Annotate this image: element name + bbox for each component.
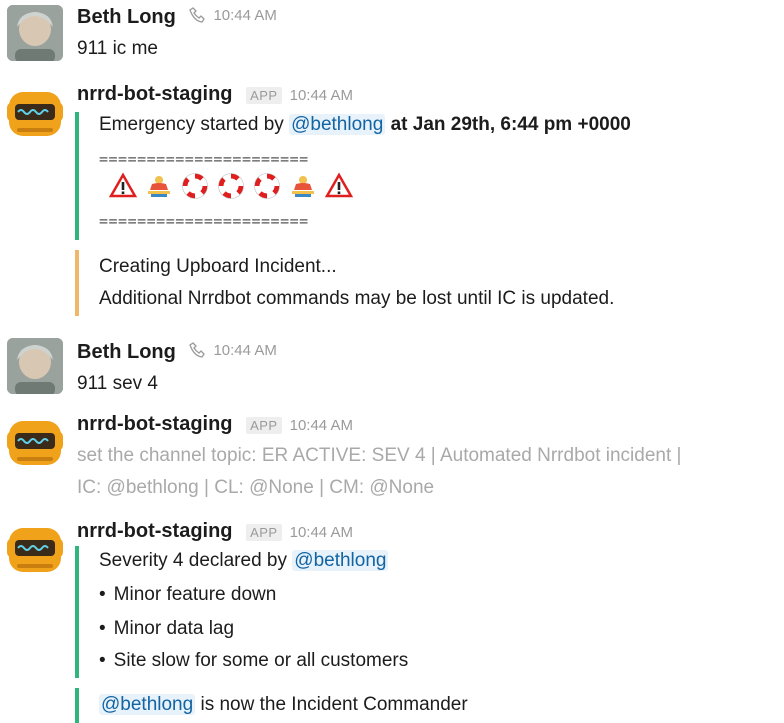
- warning-icon: [109, 172, 137, 198]
- bot-avatar[interactable]: [7, 86, 63, 142]
- timestamp[interactable]: 10:44 AM: [290, 87, 353, 104]
- attachment-commander: @bethlong is now the Incident Commander: [75, 688, 468, 723]
- phone-icon: [189, 342, 206, 358]
- attachment-severity: Severity 4 declared by @bethlong Minor f…: [75, 546, 408, 678]
- avatar[interactable]: [7, 5, 63, 61]
- message-text: 911 sev 4: [77, 373, 158, 394]
- warning-icon: [325, 172, 353, 198]
- lifebuoy-icon: [254, 173, 280, 199]
- separator-rule: ======================: [99, 150, 309, 168]
- author-name[interactable]: Beth Long: [77, 6, 176, 28]
- timestamp[interactable]: 10:44 AM: [213, 7, 276, 24]
- list-item: Minor feature down: [99, 584, 277, 606]
- timestamp[interactable]: 10:44 AM: [290, 524, 353, 541]
- list-item: Minor data lag: [99, 618, 234, 640]
- app-badge: APP: [246, 87, 282, 104]
- list-item: Site slow for some or all customers: [99, 650, 409, 672]
- severity-line: Severity 4 declared by @bethlong: [99, 550, 389, 571]
- author-name[interactable]: Beth Long: [77, 341, 176, 363]
- separator-rule: ======================: [99, 212, 309, 230]
- bot-avatar[interactable]: [7, 522, 63, 578]
- commander-line: @bethlong is now the Incident Commander: [99, 694, 468, 715]
- lifebuoy-icon: [218, 173, 244, 199]
- attachment-title: Creating Upboard Incident...: [99, 256, 337, 277]
- lifebuoy-icon: [182, 173, 208, 199]
- app-badge: APP: [246, 417, 282, 434]
- user-mention[interactable]: @bethlong: [99, 694, 196, 715]
- lifeguard-icon: [148, 176, 170, 197]
- message-beth-2: Beth Long 10:44 AM 911 sev 4: [0, 332, 784, 398]
- author-name[interactable]: nrrd-bot-staging: [77, 520, 233, 542]
- topic-line-2: IC: @bethlong | CL: @None | CM: @None: [77, 477, 435, 498]
- timestamp[interactable]: 10:44 AM: [290, 417, 353, 434]
- message-bot-topic: nrrd-bot-staging APP 10:44 AM set the ch…: [0, 405, 784, 505]
- lifeguard-icon: [292, 176, 314, 197]
- bot-avatar[interactable]: [7, 415, 63, 471]
- message-beth-1: Beth Long 10:44 AM 911 ic me: [0, 0, 784, 66]
- attachment-emergency: Emergency started by @bethlong at Jan 29…: [75, 112, 631, 240]
- user-mention[interactable]: @bethlong: [289, 114, 386, 135]
- author-name[interactable]: nrrd-bot-staging: [77, 413, 233, 435]
- message-bot-emergency: nrrd-bot-staging APP 10:44 AM Emergency …: [0, 78, 784, 328]
- message-text: 911 ic me: [77, 38, 158, 59]
- topic-line-1: set the channel topic: ER ACTIVE: SEV 4 …: [77, 445, 682, 466]
- user-mention[interactable]: @bethlong: [292, 550, 389, 571]
- avatar[interactable]: [7, 338, 63, 394]
- emoji-row: [109, 172, 353, 200]
- message-bot-severity: nrrd-bot-staging APP 10:44 AM Severity 4…: [0, 512, 784, 723]
- author-name[interactable]: nrrd-bot-staging: [77, 83, 233, 105]
- app-badge: APP: [246, 524, 282, 541]
- emergency-line: Emergency started by @bethlong at Jan 29…: [99, 114, 631, 135]
- timestamp[interactable]: 10:44 AM: [213, 342, 276, 359]
- attachment-text: Additional Nrrdbot commands may be lost …: [99, 288, 615, 309]
- attachment-creating-incident: Creating Upboard Incident... Additional …: [75, 250, 614, 316]
- phone-icon: [189, 7, 206, 23]
